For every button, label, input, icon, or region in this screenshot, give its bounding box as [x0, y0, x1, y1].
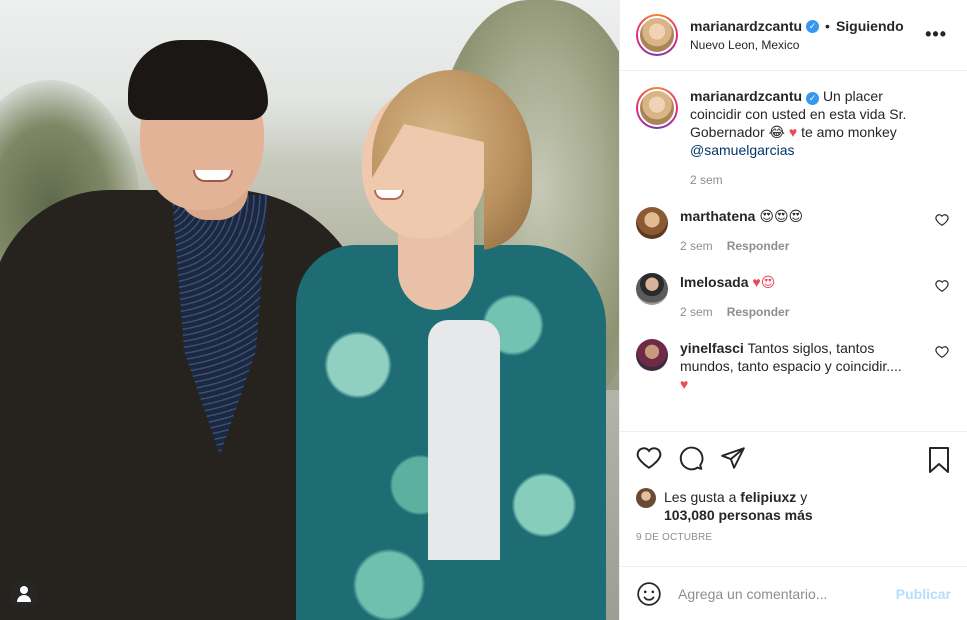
publish-button[interactable]: Publicar — [896, 586, 951, 602]
man-smile — [193, 170, 233, 182]
comment-heart-icon[interactable] — [935, 279, 949, 293]
comment-item: marthatena 😍😍😍 2 sem Responder — [636, 207, 951, 253]
comment-text: ♥😍 — [752, 274, 776, 290]
likes-count-link[interactable]: 103,080 personas más — [664, 507, 813, 523]
red-heart-emoji: ♥ — [680, 376, 689, 392]
comment-text: 😍😍😍 — [759, 208, 804, 224]
following-button[interactable]: Siguiendo — [836, 18, 904, 34]
woman-top — [428, 320, 500, 560]
post-side-panel: marianardzcantu ✓ • Siguiendo Nuevo Leon… — [619, 0, 967, 620]
caption-text-part2: te amo monkey — [801, 124, 897, 140]
red-heart-emoji: ♥ — [788, 124, 798, 140]
post-date[interactable]: 9 de octubre — [636, 532, 951, 543]
verified-icon: ✓ — [806, 92, 820, 105]
comment-username[interactable]: lmelosada — [680, 274, 748, 290]
emoji-icon[interactable] — [636, 581, 662, 607]
caption-time[interactable]: 2 sem — [690, 173, 723, 187]
add-comment-bar: Publicar — [620, 566, 967, 620]
post-location[interactable]: Nuevo Leon, Mexico — [690, 38, 904, 52]
verified-icon: ✓ — [806, 19, 820, 33]
likes-summary: Les gusta a felipiuxz y 103,080 personas… — [636, 488, 951, 524]
liker-avatar[interactable] — [636, 488, 656, 508]
post-actions: Les gusta a felipiuxz y 103,080 personas… — [620, 431, 967, 566]
comment-avatar[interactable] — [636, 207, 668, 239]
more-options-icon[interactable]: ••• — [925, 24, 947, 45]
post-photo[interactable] — [0, 0, 619, 620]
heart-icon[interactable] — [636, 445, 662, 471]
comment-username[interactable]: marthatena — [680, 208, 755, 224]
comment-time[interactable]: 2 sem — [680, 239, 713, 253]
reply-button[interactable]: Responder — [727, 305, 790, 319]
instagram-post: marianardzcantu ✓ • Siguiendo Nuevo Leon… — [0, 0, 967, 620]
caption-avatar[interactable] — [636, 87, 678, 129]
comments-list: marianardzcantu ✓ Un placer coincidir con… — [620, 71, 967, 431]
reply-button[interactable]: Responder — [727, 239, 790, 253]
liker-username[interactable]: felipiuxz — [740, 489, 796, 505]
tag-user-icon[interactable] — [10, 580, 38, 608]
comment-avatar[interactable] — [636, 339, 668, 371]
comment-item: lmelosada ♥😍 2 sem Responder — [636, 273, 951, 319]
comment-input[interactable] — [678, 585, 896, 602]
header-separator: • — [825, 18, 830, 34]
comment-icon[interactable] — [678, 445, 704, 471]
caption-text: marianardzcantu ✓ Un placer coincidir con… — [690, 87, 927, 159]
likes-conj: y — [800, 489, 808, 505]
post-header: marianardzcantu ✓ • Siguiendo Nuevo Leon… — [620, 0, 967, 71]
comment-username[interactable]: yinelfasci — [680, 340, 744, 356]
comment-heart-icon[interactable] — [935, 345, 949, 359]
comment-time[interactable]: 2 sem — [680, 305, 713, 319]
comment-heart-icon[interactable] — [935, 213, 949, 227]
comment-avatar[interactable] — [636, 273, 668, 305]
author-avatar[interactable] — [636, 14, 678, 56]
post-caption: marianardzcantu ✓ Un placer coincidir con… — [636, 87, 951, 187]
likes-prefix: Les gusta a — [664, 489, 737, 505]
share-icon[interactable] — [720, 445, 746, 471]
caption-username[interactable]: marianardzcantu — [690, 88, 802, 104]
author-username[interactable]: marianardzcantu — [690, 18, 802, 34]
caption-mention-link[interactable]: @samuelgarcias — [690, 142, 794, 158]
comment-item: yinelfasci Tantos siglos, tantos mundos,… — [636, 339, 951, 393]
bookmark-icon[interactable] — [927, 446, 951, 474]
